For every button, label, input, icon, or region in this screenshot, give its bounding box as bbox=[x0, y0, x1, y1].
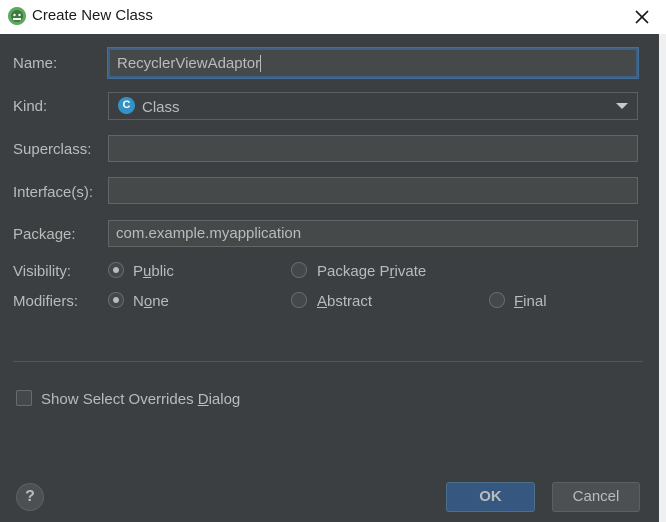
name-input[interactable]: RecyclerViewAdaptor bbox=[108, 48, 638, 78]
modifiers-label: Modifiers: bbox=[13, 293, 79, 310]
superclass-label: Superclass: bbox=[13, 141, 92, 158]
window-edge bbox=[659, 34, 666, 522]
radio-none-label[interactable]: None bbox=[133, 293, 169, 310]
class-icon: C bbox=[118, 97, 135, 114]
package-value: com.example.myapplication bbox=[116, 225, 302, 242]
close-icon[interactable] bbox=[630, 5, 654, 29]
radio-package-private[interactable] bbox=[291, 262, 307, 278]
text-caret bbox=[260, 55, 262, 72]
radio-abstract-label[interactable]: Abstract bbox=[317, 293, 372, 310]
radio-final-label[interactable]: Final bbox=[514, 293, 547, 310]
name-value: RecyclerViewAdaptor bbox=[117, 55, 261, 72]
cancel-button[interactable]: Cancel bbox=[552, 482, 640, 512]
help-button[interactable]: ? bbox=[16, 483, 44, 511]
radio-final[interactable] bbox=[489, 292, 505, 308]
radio-public-label[interactable]: Public bbox=[133, 263, 174, 280]
show-overrides-label[interactable]: Show Select Overrides Dialog bbox=[41, 391, 240, 408]
chevron-down-icon[interactable] bbox=[616, 103, 628, 109]
superclass-input[interactable] bbox=[108, 135, 638, 162]
kind-dropdown[interactable]: C Class bbox=[108, 92, 638, 120]
kind-value: Class bbox=[142, 99, 180, 116]
help-icon: ? bbox=[25, 488, 35, 505]
kind-label: Kind: bbox=[13, 98, 48, 115]
radio-abstract[interactable] bbox=[291, 292, 307, 308]
radio-none[interactable] bbox=[108, 292, 124, 308]
show-overrides-checkbox[interactable] bbox=[16, 390, 32, 406]
android-studio-icon bbox=[8, 7, 26, 25]
radio-public[interactable] bbox=[108, 262, 124, 278]
interfaces-input[interactable] bbox=[108, 177, 638, 204]
separator bbox=[13, 361, 643, 362]
name-label: Name: bbox=[13, 55, 58, 72]
package-label: Package: bbox=[13, 226, 76, 243]
radio-package-private-label[interactable]: Package Private bbox=[317, 263, 426, 280]
window-title: Create New Class bbox=[32, 7, 153, 24]
interfaces-label: Interface(s): bbox=[13, 184, 94, 201]
title-bar: Create New Class bbox=[0, 0, 666, 34]
visibility-label: Visibility: bbox=[13, 263, 72, 280]
ok-button[interactable]: OK bbox=[446, 482, 535, 512]
package-input[interactable]: com.example.myapplication bbox=[108, 220, 638, 247]
